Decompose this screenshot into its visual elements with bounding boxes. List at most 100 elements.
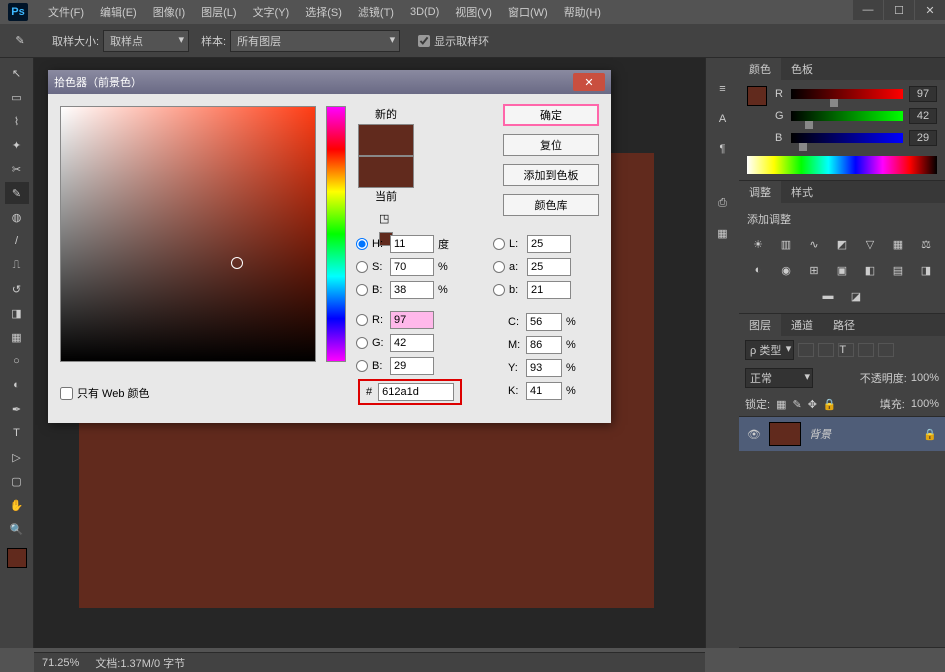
visibility-icon[interactable]: 👁 xyxy=(747,428,761,441)
color-thumb[interactable] xyxy=(747,86,767,106)
g-value[interactable]: 42 xyxy=(909,108,937,124)
rgb-b-radio[interactable] xyxy=(356,360,368,372)
lock-paint-icon[interactable]: ✎ xyxy=(792,398,801,411)
saturation-field[interactable] xyxy=(60,106,316,362)
layers-tab[interactable]: 图层 xyxy=(739,314,781,336)
fill-value[interactable]: 100% xyxy=(911,398,939,410)
zoom-tool[interactable]: 🔍 xyxy=(5,518,29,540)
sample-size-select[interactable]: 取样点 xyxy=(103,30,189,52)
g-slider[interactable] xyxy=(791,111,903,121)
filter-pixel-icon[interactable] xyxy=(798,343,814,357)
marquee-tool[interactable]: ▭ xyxy=(5,86,29,108)
k-input[interactable] xyxy=(526,382,562,400)
lock-trans-icon[interactable]: ▦ xyxy=(776,398,786,411)
swatches-icon[interactable]: ▦ xyxy=(713,224,733,242)
filter-smart-icon[interactable] xyxy=(878,343,894,357)
dodge-tool[interactable]: ◐ xyxy=(5,374,29,396)
hex-input[interactable] xyxy=(378,383,454,401)
hue-slider[interactable] xyxy=(326,106,346,362)
eyedropper-icon[interactable]: ✎ xyxy=(8,29,32,53)
styles-tab[interactable]: 样式 xyxy=(781,181,823,203)
y-input[interactable] xyxy=(526,359,562,377)
lookup-icon[interactable]: ▣ xyxy=(832,261,852,279)
menu-edit[interactable]: 编辑(E) xyxy=(92,4,145,20)
hue-icon[interactable]: ▦ xyxy=(888,235,908,253)
h-input[interactable] xyxy=(390,235,434,253)
photo-filter-icon[interactable]: ◉ xyxy=(776,261,796,279)
cube-icon[interactable]: ◳ xyxy=(379,212,393,226)
lasso-tool[interactable]: ⌇ xyxy=(5,110,29,132)
spectrum-bar[interactable] xyxy=(747,156,937,174)
para-icon[interactable]: ¶ xyxy=(713,140,733,158)
levels-icon[interactable]: ▥ xyxy=(776,235,796,253)
web-only-checkbox[interactable]: 只有 Web 颜色 xyxy=(60,385,150,401)
history-brush-tool[interactable]: ↺ xyxy=(5,278,29,300)
wand-tool[interactable]: ✦ xyxy=(5,134,29,156)
rgb-r-input[interactable] xyxy=(390,311,434,329)
maximize-button[interactable]: ☐ xyxy=(884,0,914,20)
b-radio[interactable] xyxy=(356,284,368,296)
lab-b-input[interactable] xyxy=(527,281,571,299)
shape-tool[interactable]: ▢ xyxy=(5,470,29,492)
reset-button[interactable]: 复位 xyxy=(503,134,599,156)
r-slider[interactable] xyxy=(791,89,903,99)
menu-file[interactable]: 文件(F) xyxy=(40,4,92,20)
filter-adjust-icon[interactable] xyxy=(818,343,834,357)
invert-icon[interactable]: ◧ xyxy=(860,261,880,279)
bw-icon[interactable]: ◐ xyxy=(748,261,768,279)
rgb-g-input[interactable] xyxy=(390,334,434,352)
close-button[interactable]: ✕ xyxy=(915,0,945,20)
show-ring-input[interactable] xyxy=(418,35,430,47)
lab-b-radio[interactable] xyxy=(493,284,505,296)
type-tool[interactable]: T xyxy=(5,422,29,444)
c-input[interactable] xyxy=(526,313,562,331)
balance-icon[interactable]: ⚖ xyxy=(916,235,936,253)
rgb-b-input[interactable] xyxy=(390,357,434,375)
char-icon[interactable]: A xyxy=(713,110,733,128)
pen-tool[interactable]: ✒ xyxy=(5,398,29,420)
ok-button[interactable]: 确定 xyxy=(503,104,599,126)
stamp-tool[interactable]: ⎍ xyxy=(5,254,29,276)
channels-tab[interactable]: 通道 xyxy=(781,314,823,336)
eyedropper-tool[interactable]: ✎ xyxy=(5,182,29,204)
l-radio[interactable] xyxy=(493,238,505,250)
hand-tool[interactable]: ✋ xyxy=(5,494,29,516)
menu-layer[interactable]: 图层(L) xyxy=(193,4,244,20)
move-tool[interactable]: ↖ xyxy=(5,62,29,84)
lock-pos-icon[interactable]: ✥ xyxy=(808,398,817,411)
web-only-input[interactable] xyxy=(60,387,73,400)
add-swatch-button[interactable]: 添加到色板 xyxy=(503,164,599,186)
h-radio[interactable] xyxy=(356,238,368,250)
blend-mode-select[interactable]: 正常 xyxy=(745,368,813,388)
brightness-icon[interactable]: ☀ xyxy=(748,235,768,253)
s-input[interactable] xyxy=(390,258,434,276)
exposure-icon[interactable]: ◩ xyxy=(832,235,852,253)
menu-window[interactable]: 窗口(W) xyxy=(500,4,556,20)
hsb-b-input[interactable] xyxy=(390,281,434,299)
layer-background[interactable]: 👁 背景 🔒 xyxy=(739,417,945,451)
curves-icon[interactable]: ∿ xyxy=(804,235,824,253)
r-radio[interactable] xyxy=(356,314,368,326)
layer-name[interactable]: 背景 xyxy=(809,426,915,442)
posterize-icon[interactable]: ▤ xyxy=(888,261,908,279)
mixer-icon[interactable]: ⊞ xyxy=(804,261,824,279)
heal-tool[interactable]: ◍ xyxy=(5,206,29,228)
menu-help[interactable]: 帮助(H) xyxy=(556,4,609,20)
color-tab[interactable]: 颜色 xyxy=(739,58,781,80)
lock-all-icon[interactable]: 🔒 xyxy=(823,398,837,411)
b-value[interactable]: 29 xyxy=(909,130,937,146)
eraser-tool[interactable]: ◨ xyxy=(5,302,29,324)
g-radio[interactable] xyxy=(356,337,368,349)
crop-tool[interactable]: ✂ xyxy=(5,158,29,180)
filter-kind-select[interactable]: ρ 类型 xyxy=(745,340,794,360)
menu-image[interactable]: 图像(I) xyxy=(145,4,193,20)
paths-tab[interactable]: 路径 xyxy=(823,314,865,336)
zoom-level[interactable]: 71.25% xyxy=(42,657,79,669)
threshold-icon[interactable]: ◨ xyxy=(916,261,936,279)
filter-shape-icon[interactable] xyxy=(858,343,874,357)
l-input[interactable] xyxy=(527,235,571,253)
adjust-tab[interactable]: 调整 xyxy=(739,181,781,203)
blur-tool[interactable]: ○ xyxy=(5,350,29,372)
gradient-tool[interactable]: ▦ xyxy=(5,326,29,348)
nav-icon[interactable]: ⎙ xyxy=(713,194,733,212)
